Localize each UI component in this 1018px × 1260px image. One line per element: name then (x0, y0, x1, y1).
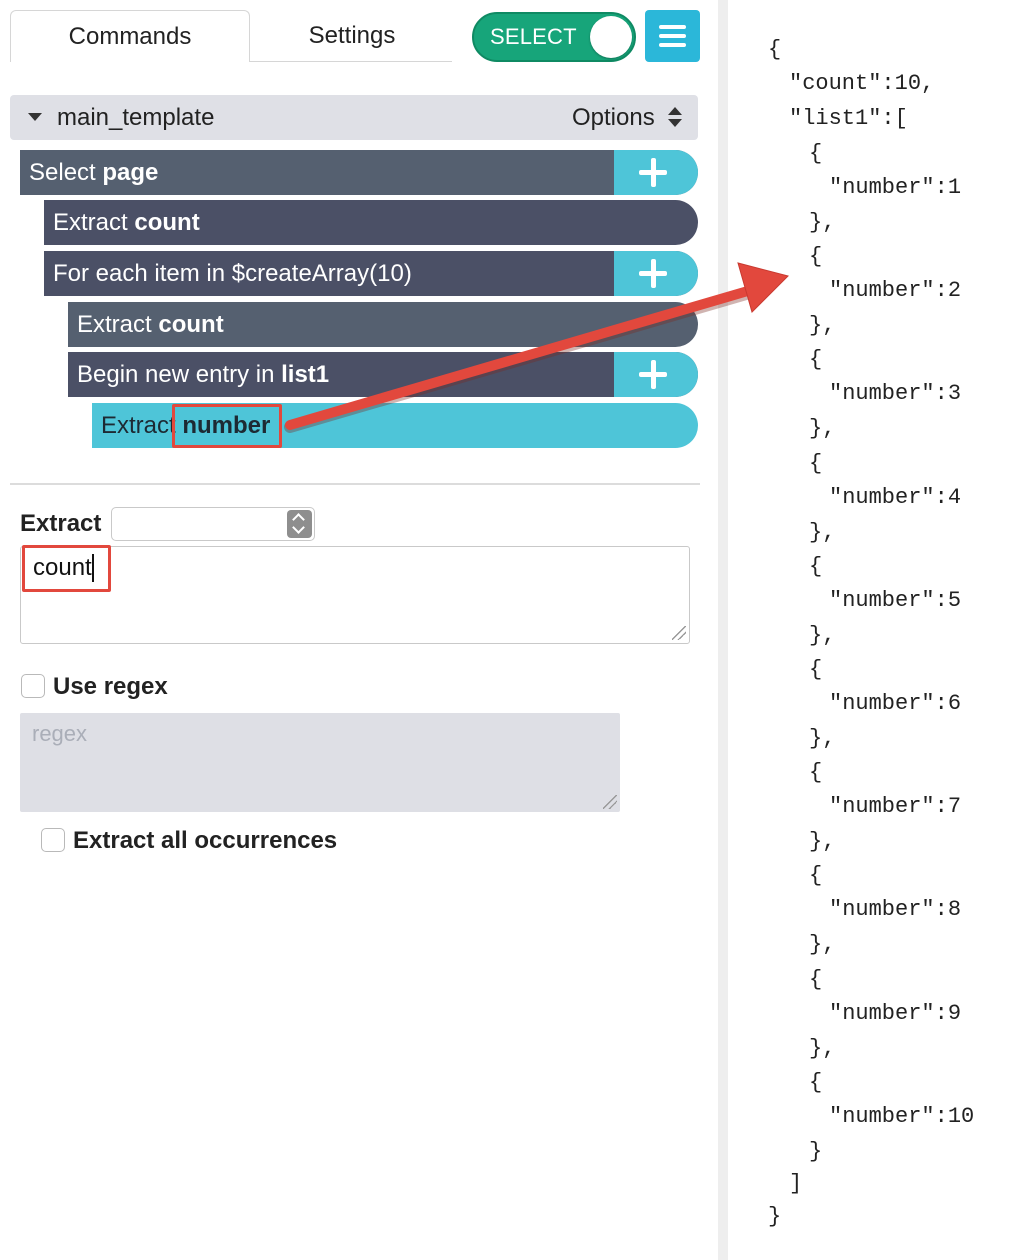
template-name: main_template (57, 104, 215, 131)
json-item-open: { (809, 657, 823, 682)
sort-arrows-icon[interactable] (668, 107, 682, 129)
json-item-number: "number":4 (829, 484, 962, 510)
json-item-close: }, (809, 313, 836, 339)
json-item-open: { (809, 141, 823, 166)
json-item-open: { (809, 863, 823, 889)
command-extract-count-inner[interactable]: Extract count (68, 302, 698, 347)
extract-type-select[interactable] (111, 507, 315, 541)
regex-textarea[interactable]: regex (20, 713, 620, 812)
command-text: Extract (53, 209, 135, 236)
command-select-page[interactable]: Select page (20, 150, 698, 195)
command-keyword: count (134, 209, 200, 236)
json-brace: } (768, 1204, 782, 1229)
toggle-knob (590, 16, 632, 58)
tabs-divider (250, 61, 452, 62)
use-regex-label: Use regex (53, 673, 168, 700)
json-item-open: { (809, 244, 823, 270)
command-text: For each item in $createArray(10) (53, 260, 412, 287)
commands-panel: Commands Settings SELECT main_template O… (0, 0, 718, 1260)
command-keyword: page (102, 159, 159, 186)
json-item-number: "number":2 (829, 278, 962, 304)
hamburger-icon (659, 43, 686, 47)
json-item-number: "number":1 (829, 175, 962, 200)
json-item-open: { (809, 450, 823, 476)
json-item-number: "number":8 (829, 897, 962, 923)
caret-down-icon[interactable] (28, 113, 42, 121)
number-highlight-box (172, 404, 282, 448)
regex-placeholder: regex (32, 721, 88, 746)
json-item-open: { (809, 760, 823, 786)
json-item-number: "number":9 (829, 1000, 962, 1026)
add-command-icon[interactable] (614, 251, 698, 296)
extract-label: Extract (20, 510, 102, 537)
json-item-open: { (809, 966, 823, 992)
select-toggle-label: SELECT (490, 24, 577, 49)
json-item-number: "number":6 (829, 691, 962, 716)
json-item-close: }, (809, 622, 836, 648)
tab-commands[interactable]: Commands (10, 10, 250, 62)
json-item-close: } (809, 1138, 823, 1164)
command-text: Select (29, 159, 103, 186)
json-item-close: }, (809, 726, 836, 751)
add-command-icon[interactable] (614, 352, 698, 397)
command-extract-count[interactable]: Extract count (44, 200, 698, 245)
command-text: Begin new entry in (77, 361, 282, 388)
json-item-close: }, (809, 210, 836, 235)
json-item-close: }, (809, 932, 836, 958)
json-item-close: }, (809, 519, 836, 545)
section-divider (10, 483, 700, 485)
template-header[interactable]: main_template Options (10, 95, 698, 140)
tab-settings[interactable]: Settings (252, 10, 452, 62)
panel-splitter[interactable] (718, 0, 728, 1260)
extract-all-checkbox[interactable] (41, 828, 65, 852)
command-text: Extract (77, 311, 159, 338)
json-item-open: { (809, 553, 823, 579)
app-root: Commands Settings SELECT main_template O… (0, 0, 1018, 1260)
json-line-count: "count":10, (789, 71, 935, 96)
json-item-number: "number":3 (829, 381, 962, 407)
resize-handle-icon[interactable] (672, 626, 686, 640)
extract-highlight-box (22, 545, 111, 592)
command-begin-new-entry[interactable]: Begin new entry in list1 (68, 352, 698, 397)
json-item-number: "number":5 (829, 587, 962, 613)
hamburger-icon (659, 34, 686, 38)
command-keyword: list1 (281, 361, 330, 388)
json-item-number: "number":10 (829, 1103, 975, 1129)
options-dropdown[interactable]: Options (572, 95, 655, 140)
command-text: Extract (101, 412, 183, 439)
json-item-open: { (809, 347, 823, 373)
extract-all-label: Extract all occurrences (73, 827, 338, 854)
command-for-each[interactable]: For each item in $createArray(10) (44, 251, 698, 296)
json-bracket: ] (789, 1171, 803, 1196)
select-arrows-icon (287, 510, 312, 538)
extract-textarea[interactable]: count (20, 546, 690, 644)
use-regex-checkbox[interactable] (21, 674, 45, 698)
add-command-icon[interactable] (614, 150, 698, 195)
json-item-number: "number":7 (829, 794, 962, 820)
json-line-list: "list1":[ (789, 106, 908, 131)
resize-handle-icon[interactable] (603, 795, 617, 809)
json-item-close: }, (809, 829, 836, 855)
json-item-close: }, (809, 1035, 836, 1061)
hamburger-icon (659, 25, 686, 29)
menu-button[interactable] (645, 10, 700, 62)
json-item-open: { (809, 1069, 823, 1095)
select-toggle[interactable]: SELECT (472, 12, 636, 62)
json-item-close: }, (809, 416, 836, 442)
command-keyword: count (158, 311, 224, 338)
json-brace: { (768, 37, 782, 62)
json-output-panel: { "count":10, "list1":[ {"number":1},{"n… (728, 0, 1018, 1260)
